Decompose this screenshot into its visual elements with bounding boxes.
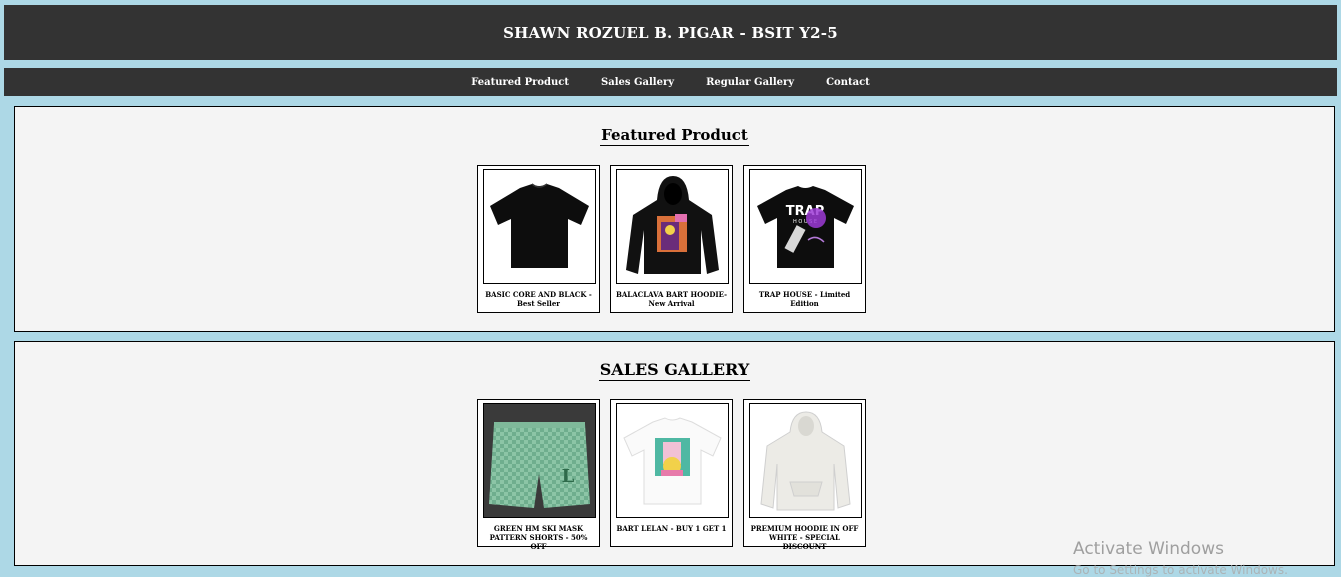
- nav-contact[interactable]: Contact: [826, 77, 870, 88]
- product-caption: PREMIUM HOODIE IN OFF WHITE - SPECIAL DI…: [750, 524, 859, 551]
- offwhite-hoodie-image: [749, 403, 862, 518]
- product-card[interactable]: TRAP H O U S E TRAP HOUSE - Limited Edit…: [743, 165, 866, 313]
- nav-regular-gallery[interactable]: Regular Gallery: [706, 77, 794, 88]
- product-caption: GREEN HM SKI MASK PATTERN SHORTS - 50% O…: [489, 524, 588, 551]
- nav-sales-gallery[interactable]: Sales Gallery: [601, 77, 674, 88]
- product-card[interactable]: BART LELAN - BUY 1 GET 1: [610, 399, 733, 547]
- product-card[interactable]: BALACLAVA BART HOODIE- New Arrival: [610, 165, 733, 313]
- featured-cards: BASIC CORE AND BLACK - Best Seller BALAC…: [477, 165, 866, 313]
- product-card[interactable]: BASIC CORE AND BLACK - Best Seller: [477, 165, 600, 313]
- black-tshirt-image: [483, 169, 596, 284]
- white-graphic-tshirt-image: [616, 403, 729, 518]
- product-card[interactable]: PREMIUM HOODIE IN OFF WHITE - SPECIAL DI…: [743, 399, 866, 551]
- product-card[interactable]: L GREEN HM SKI MASK PATTERN SHORTS - 50%…: [477, 399, 600, 551]
- green-shorts-image: L: [483, 403, 596, 518]
- svg-text:L: L: [562, 466, 575, 487]
- nav-featured-product[interactable]: Featured Product: [471, 77, 569, 88]
- product-caption: TRAP HOUSE - Limited Edition: [758, 290, 851, 308]
- product-caption: BASIC CORE AND BLACK - Best Seller: [485, 290, 592, 308]
- site-header: SHAWN ROZUEL B. PIGAR - BSIT Y2-5: [4, 5, 1337, 60]
- product-caption: BART LELAN - BUY 1 GET 1: [616, 524, 727, 533]
- page-title: SHAWN ROZUEL B. PIGAR - BSIT Y2-5: [503, 23, 838, 42]
- activate-windows-watermark: Activate Windows: [1073, 539, 1224, 559]
- featured-title: Featured Product: [600, 126, 749, 146]
- featured-section: Featured Product BASIC CORE AND BLACK - …: [14, 106, 1335, 332]
- sales-section: SALES GALLERY L GREEN HM SKI MASK PATTER…: [14, 341, 1335, 566]
- nav-bar: Featured Product Sales Gallery Regular G…: [4, 68, 1337, 96]
- sales-title: SALES GALLERY: [598, 360, 751, 381]
- product-caption: BALACLAVA BART HOODIE- New Arrival: [615, 290, 728, 308]
- activate-windows-subtext: Go to Settings to activate Windows.: [1073, 563, 1288, 577]
- trap-house-tshirt-image: TRAP H O U S E: [749, 169, 862, 284]
- sales-cards: L GREEN HM SKI MASK PATTERN SHORTS - 50%…: [477, 399, 866, 551]
- black-hoodie-image: [616, 169, 729, 284]
